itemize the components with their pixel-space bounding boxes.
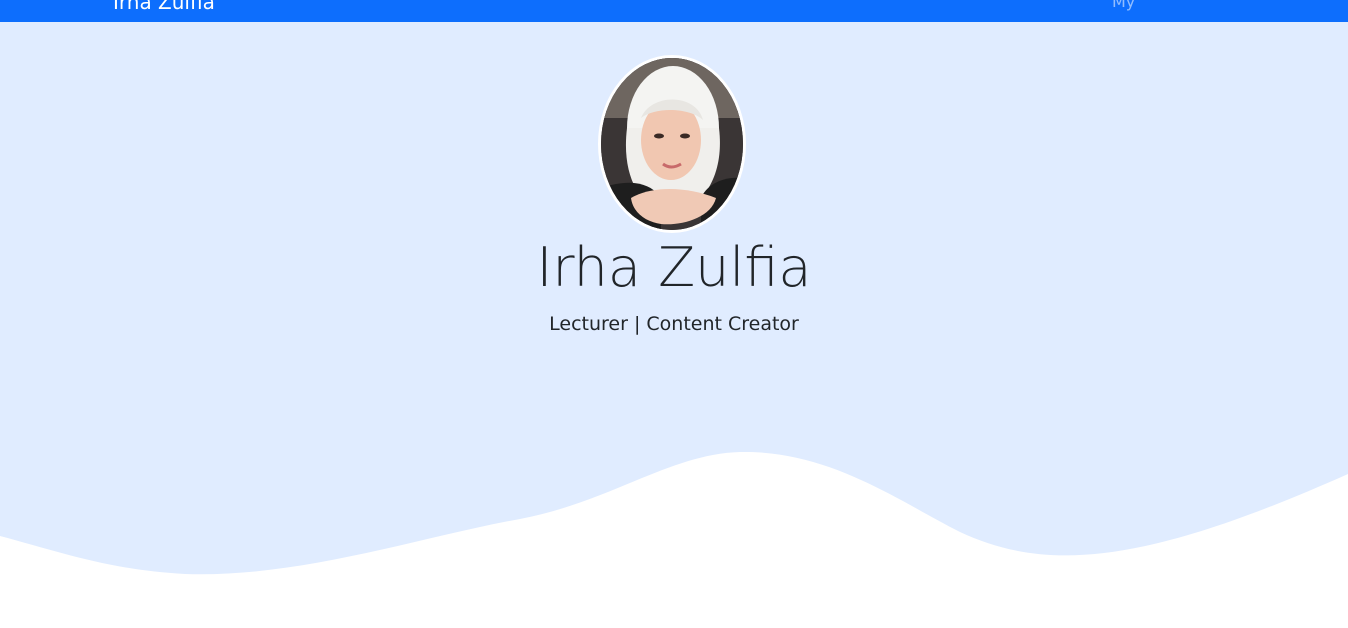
profile-tagline: Lecturer | Content Creator — [549, 313, 799, 335]
profile-photo — [601, 58, 743, 230]
profile-name: Irha Zulfia — [536, 236, 812, 299]
navbar-brand[interactable]: Irha Zulfia — [113, 0, 215, 16]
top-navbar: Irha Zulfia My — [0, 0, 1348, 22]
hero-section: Irha Zulfia Lecturer | Content Creator — [0, 22, 1348, 628]
profile-avatar — [598, 55, 746, 233]
nav-link[interactable]: My — [1112, 0, 1135, 16]
